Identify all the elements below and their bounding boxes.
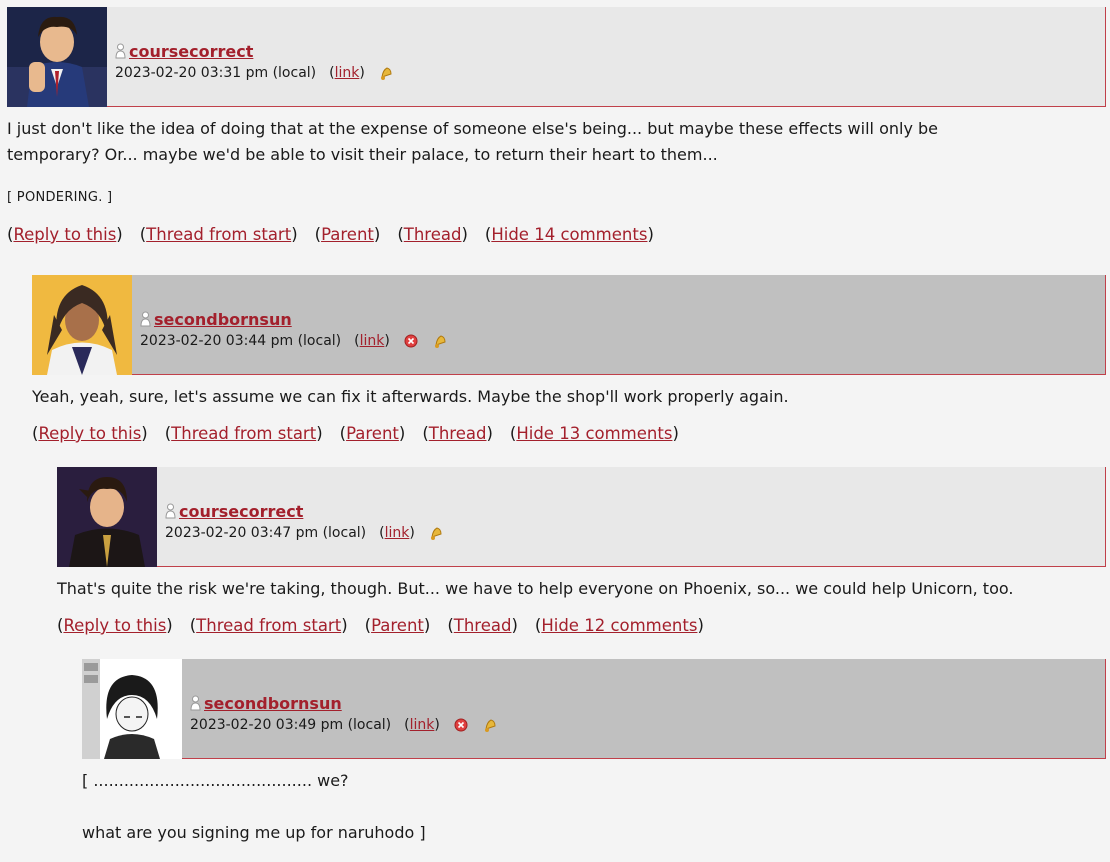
comment-body: That's quite the risk we're taking, thou… <box>57 576 1106 602</box>
reply-link[interactable]: Reply to this <box>38 424 141 443</box>
comment-date: 2023-02-20 03:44 pm (local) <box>140 333 342 349</box>
delete-icon[interactable] <box>403 333 419 349</box>
hide-comments-link[interactable]: Hide 13 comments <box>516 424 672 443</box>
username-link[interactable]: coursecorrect <box>129 42 253 61</box>
avatar[interactable] <box>82 659 182 759</box>
thread-link[interactable]: Thread <box>429 424 487 443</box>
comment: coursecorrect 2023-02-20 03:47 pm (local… <box>57 467 1106 635</box>
permalink: (link) <box>379 525 415 541</box>
comment: secondbornsun 2023-02-20 03:49 pm (local… <box>82 659 1106 846</box>
comment-header: coursecorrect 2023-02-20 03:31 pm (local… <box>7 7 1106 107</box>
bell-icon[interactable] <box>378 65 394 81</box>
bell-icon[interactable] <box>428 525 444 541</box>
comment-body: Yeah, yeah, sure, let's assume we can fi… <box>32 384 1106 410</box>
thread-from-start-link[interactable]: Thread from start <box>171 424 316 443</box>
permalink-link[interactable]: link <box>360 333 385 349</box>
permalink: (link) <box>329 65 365 81</box>
comment-header: secondbornsun 2023-02-20 03:49 pm (local… <box>82 659 1106 759</box>
avatar[interactable] <box>32 275 132 375</box>
avatar[interactable] <box>7 7 107 107</box>
comment-body: [ ......................................… <box>82 768 1106 846</box>
body-line: [ ......................................… <box>82 771 349 790</box>
comment-body: I just don't like the idea of doing that… <box>7 116 1106 168</box>
comment-actions: (Reply to this) (Thread from start) (Paren… <box>57 616 704 635</box>
avatar[interactable] <box>57 467 157 567</box>
reply-link[interactable]: Reply to this <box>13 225 116 244</box>
permalink-link[interactable]: link <box>385 525 410 541</box>
thread-link[interactable]: Thread <box>404 225 462 244</box>
body-line: temporary? Or... maybe we'd be able to v… <box>7 145 718 164</box>
permalink-link[interactable]: link <box>335 65 360 81</box>
permalink: (link) <box>404 717 440 733</box>
body-line <box>82 794 1106 820</box>
permalink-link[interactable]: link <box>410 717 435 733</box>
thread-link[interactable]: Thread <box>454 616 512 635</box>
body-line: what are you signing me up for naruhodo … <box>82 823 426 842</box>
comment-header: coursecorrect 2023-02-20 03:47 pm (local… <box>57 467 1106 567</box>
bell-icon[interactable] <box>482 717 498 733</box>
action-note: [ PONDERING. ] <box>7 190 113 205</box>
comment-date: 2023-02-20 03:31 pm (local) <box>115 65 317 81</box>
user-icon <box>140 311 151 327</box>
parent-link[interactable]: Parent <box>371 616 424 635</box>
comment-actions: (Reply to this) (Thread from start) (Paren… <box>7 225 654 244</box>
username-link[interactable]: secondbornsun <box>204 694 342 713</box>
user-icon <box>165 503 176 519</box>
comment: coursecorrect 2023-02-20 03:31 pm (local… <box>7 7 1106 244</box>
body-line: I just don't like the idea of doing that… <box>7 119 938 138</box>
thread-from-start-link[interactable]: Thread from start <box>146 225 291 244</box>
reply-link[interactable]: Reply to this <box>63 616 166 635</box>
permalink: (link) <box>354 333 390 349</box>
username-link[interactable]: coursecorrect <box>179 502 303 521</box>
body-line: That's quite the risk we're taking, thou… <box>57 579 1014 598</box>
hide-comments-link[interactable]: Hide 14 comments <box>491 225 647 244</box>
comment: secondbornsun 2023-02-20 03:44 pm (local… <box>32 275 1106 443</box>
hide-comments-link[interactable]: Hide 12 comments <box>541 616 697 635</box>
user-icon <box>115 43 126 59</box>
body-line: Yeah, yeah, sure, let's assume we can fi… <box>32 387 789 406</box>
comment-header: secondbornsun 2023-02-20 03:44 pm (local… <box>32 275 1106 375</box>
user-icon <box>190 695 201 711</box>
thread-from-start-link[interactable]: Thread from start <box>196 616 341 635</box>
bell-icon[interactable] <box>432 333 448 349</box>
parent-link[interactable]: Parent <box>346 424 399 443</box>
parent-link[interactable]: Parent <box>321 225 374 244</box>
comment-date: 2023-02-20 03:47 pm (local) <box>165 525 367 541</box>
comment-actions: (Reply to this) (Thread from start) (Paren… <box>32 424 679 443</box>
comment-date: 2023-02-20 03:49 pm (local) <box>190 717 392 733</box>
username-link[interactable]: secondbornsun <box>154 310 292 329</box>
delete-icon[interactable] <box>453 717 469 733</box>
